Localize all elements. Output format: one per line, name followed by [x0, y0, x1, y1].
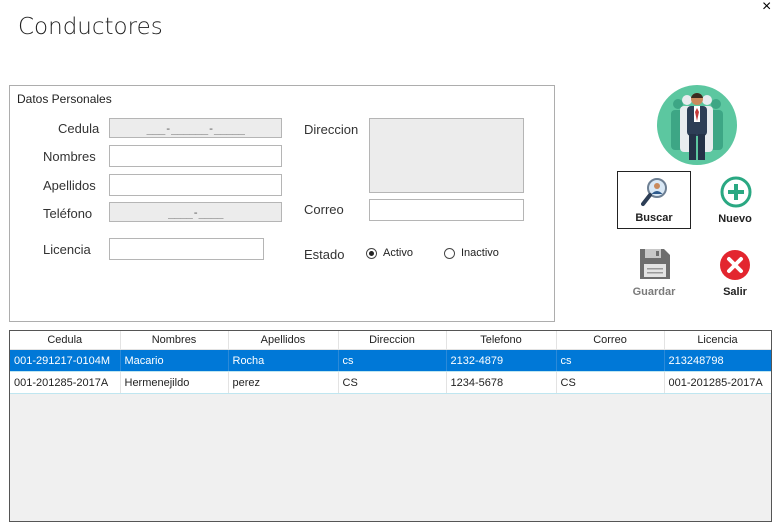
- cell-licencia[interactable]: 001-201285-2017A: [664, 371, 771, 394]
- estado-label: Estado: [304, 247, 345, 262]
- cell-correo[interactable]: cs: [556, 349, 665, 372]
- drivers-grid[interactable]: Cedula Nombres Apellidos Direccion Telef…: [9, 330, 772, 522]
- buscar-label: Buscar: [635, 212, 673, 224]
- grid-header-row: Cedula Nombres Apellidos Direccion Telef…: [10, 331, 771, 350]
- inactivo-radio-label: Inactivo: [461, 247, 499, 259]
- nuevo-button[interactable]: Nuevo: [700, 171, 770, 229]
- cell-direccion[interactable]: CS: [338, 371, 447, 394]
- cell-cedula[interactable]: 001-291217-0104M: [10, 349, 121, 372]
- licencia-input[interactable]: [109, 238, 264, 260]
- licencia-label: Licencia: [43, 242, 91, 257]
- nombres-label: Nombres: [43, 149, 96, 164]
- cell-nombres[interactable]: Hermenejildo: [120, 371, 229, 394]
- direccion-textarea[interactable]: [369, 118, 524, 193]
- drivers-group-icon: [656, 84, 738, 166]
- apellidos-input[interactable]: [109, 174, 282, 196]
- nombres-input[interactable]: [109, 145, 282, 167]
- add-circle-icon: [720, 176, 752, 208]
- salir-button[interactable]: Salir: [700, 244, 770, 302]
- cell-nombres[interactable]: Macario: [120, 349, 229, 372]
- correo-label: Correo: [304, 202, 344, 217]
- direccion-label: Direccion: [304, 122, 359, 137]
- column-header-cedula[interactable]: Cedula: [10, 331, 121, 350]
- telefono-input[interactable]: ____-____: [109, 202, 282, 222]
- inactivo-radio[interactable]: Inactivo: [444, 247, 499, 259]
- apellidos-label: Apellidos: [43, 178, 96, 193]
- cell-direccion[interactable]: cs: [338, 349, 447, 372]
- search-user-icon: [641, 178, 667, 206]
- column-header-telefono[interactable]: Telefono: [446, 331, 557, 350]
- column-header-direccion[interactable]: Direccion: [338, 331, 447, 350]
- radio-checked-icon: [366, 247, 377, 259]
- nuevo-label: Nuevo: [718, 213, 752, 225]
- column-header-apellidos[interactable]: Apellidos: [228, 331, 339, 350]
- cell-telefono[interactable]: 2132-4879: [446, 349, 557, 372]
- guardar-label: Guardar: [632, 286, 676, 298]
- column-header-correo[interactable]: Correo: [556, 331, 665, 350]
- cedula-input[interactable]: ___-______-_____: [109, 118, 282, 138]
- cell-cedula[interactable]: 001-201285-2017A: [10, 371, 121, 394]
- groupbox-legend: Datos Personales: [16, 92, 113, 106]
- radio-unchecked-icon: [444, 247, 455, 259]
- table-row[interactable]: 001-291217-0104M Macario Rocha cs 2132-4…: [10, 349, 771, 372]
- table-row[interactable]: 001-201285-2017A Hermenejildo perez CS 1…: [10, 371, 771, 394]
- column-header-nombres[interactable]: Nombres: [120, 331, 229, 350]
- save-icon: [640, 249, 670, 279]
- guardar-button[interactable]: Guardar: [617, 244, 691, 302]
- exit-x-icon: [720, 250, 750, 280]
- salir-label: Salir: [723, 286, 747, 298]
- activo-radio-label: Activo: [383, 247, 413, 259]
- cell-correo[interactable]: CS: [556, 371, 665, 394]
- close-icon[interactable]: ×: [762, 0, 771, 16]
- cell-licencia[interactable]: 213248798: [664, 349, 771, 372]
- window-title: Conductores: [18, 14, 163, 40]
- buscar-button[interactable]: Buscar: [617, 171, 691, 229]
- cell-telefono[interactable]: 1234-5678: [446, 371, 557, 394]
- cell-apellidos[interactable]: Rocha: [228, 349, 339, 372]
- column-header-licencia[interactable]: Licencia: [664, 331, 771, 350]
- cell-apellidos[interactable]: perez: [228, 371, 339, 394]
- correo-input[interactable]: [369, 199, 524, 221]
- telefono-label: Teléfono: [43, 206, 93, 221]
- cedula-label: Cedula: [58, 121, 100, 136]
- activo-radio[interactable]: Activo: [366, 247, 413, 259]
